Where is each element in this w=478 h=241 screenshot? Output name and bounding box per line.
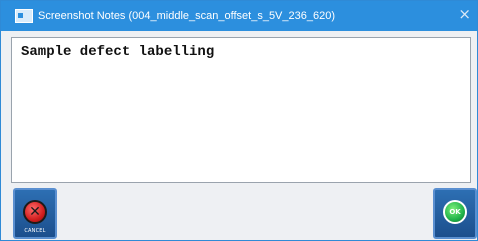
ok-button[interactable]: OK bbox=[433, 188, 477, 239]
notes-textarea[interactable]: Sample defect labelling bbox=[11, 37, 471, 183]
cancel-button[interactable]: ✕ CANCEL bbox=[13, 188, 57, 239]
window-title: Screenshot Notes (004_middle_scan_offset… bbox=[38, 10, 335, 22]
title-bar[interactable]: Screenshot Notes (004_middle_scan_offset… bbox=[1, 1, 477, 31]
screenshot-notes-dialog: Screenshot Notes (004_middle_scan_offset… bbox=[0, 0, 478, 241]
window-icon bbox=[15, 9, 33, 23]
cancel-label: CANCEL bbox=[24, 228, 46, 234]
red-x-circle-icon: ✕ bbox=[23, 200, 47, 224]
close-icon[interactable]: × bbox=[458, 7, 471, 22]
green-ok-circle-icon: OK bbox=[443, 200, 467, 224]
